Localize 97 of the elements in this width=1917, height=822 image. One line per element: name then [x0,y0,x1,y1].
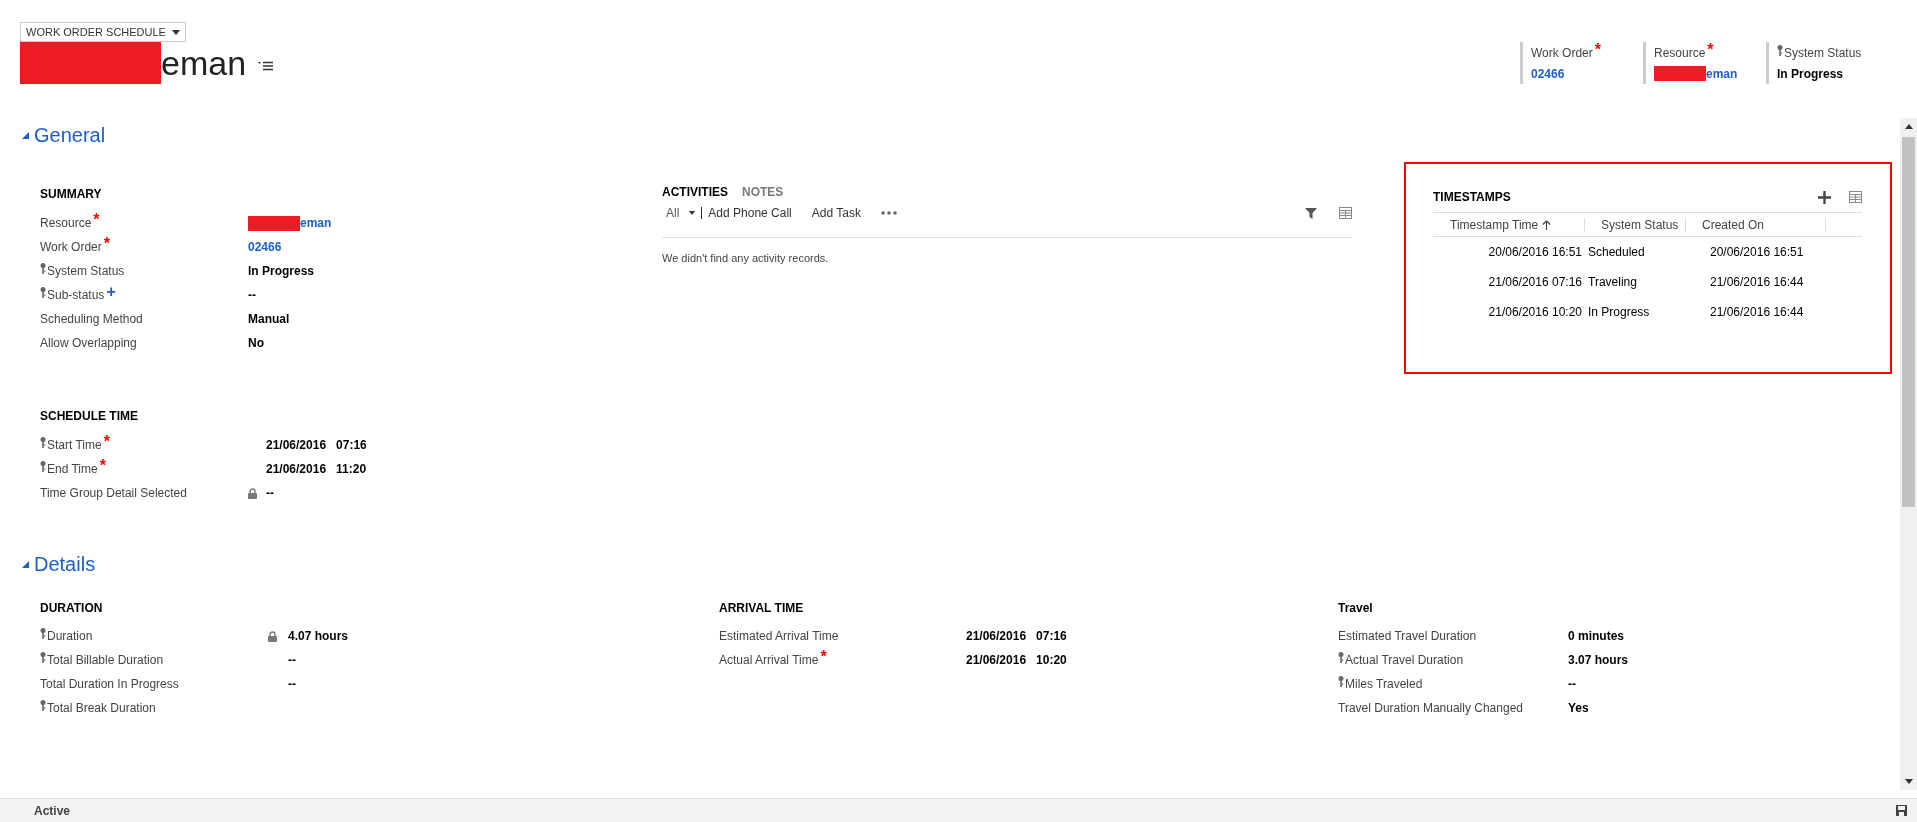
field-marker: * [99,460,106,472]
group-heading: SUMMARY [40,186,103,203]
column-header[interactable]: System Status [1601,215,1679,234]
field-value: 21/06/2016 07:16 [266,437,367,454]
record-title: eman [161,43,247,84]
field-value: 21/06/2016 07:16 [966,628,1067,645]
field-marker: * [820,651,827,663]
empty-message: We didn't find any activity records. [662,251,830,266]
field-value: 0 minutes [1568,628,1624,645]
toolbar-link[interactable]: Add Phone Call [708,204,792,222]
field-value: -- [288,652,296,669]
table-cell-text: Traveling [1587,274,1638,291]
form-selector[interactable]: WORK ORDER SCHEDULE [20,22,186,42]
field-label: Allow Overlapping [40,335,137,352]
filter-dropdown[interactable]: All [662,204,696,222]
field-value: -- [266,485,274,502]
field-value: Yes [1568,700,1589,717]
field-label: System Status [47,263,125,280]
field-label: Start Time [47,437,102,454]
more-icon[interactable] [880,211,897,215]
field-label: Actual Arrival Time [719,652,819,669]
grid-view-icon[interactable] [1849,191,1862,203]
save-icon[interactable] [1896,805,1907,816]
field-label: Total Billable Duration [47,652,164,669]
field-marker: * [1707,43,1714,56]
field-label: Time Group Detail Selected [40,485,187,502]
scroll-up-icon[interactable] [1904,124,1913,129]
section-heading[interactable]: Details [34,549,96,579]
redaction-block [248,215,300,231]
field-link[interactable]: eman [1706,64,1738,83]
add-icon[interactable] [1818,190,1831,204]
field-label: Resource [40,215,92,232]
grid-view-icon[interactable] [1339,207,1352,219]
field-marker: * [103,238,111,250]
collapse-triangle-icon[interactable] [22,560,29,568]
table-cell-text: 21/06/2016 16:44 [1710,304,1805,321]
caret-icon [171,29,180,35]
field-label: Work Order [40,239,102,256]
field-value: No [248,335,264,352]
field-label: Miles Traveled [1345,676,1423,693]
table-cell-text: 21/06/2016 07:16 [1487,274,1582,291]
group-heading: Travel [1338,600,1374,617]
field-label: Total Break Duration [47,700,156,717]
scroll-down-icon[interactable] [1904,779,1913,784]
group-heading: ARRIVAL TIME [719,600,805,617]
field-label: Duration [47,628,93,645]
field-value: In Progress [248,263,315,280]
filter-icon[interactable] [1305,207,1317,219]
field-link[interactable]: eman [300,214,332,232]
status-text: Active [34,802,71,820]
field-label: End Time [47,461,98,478]
table-cell-text: 21/06/2016 10:20 [1487,304,1582,321]
field-label: Sub-status [47,287,105,304]
field-label: Resource [1654,44,1706,62]
toolbar-link[interactable]: Add Task [811,204,861,222]
field-label: Scheduling Method [40,311,143,328]
redaction-block [1654,66,1706,81]
field-link[interactable]: 02466 [248,238,282,256]
subgrid-title: TIMESTAMPS [1433,189,1511,206]
field-value: 21/06/2016 11:20 [266,461,367,478]
field-label: Actual Travel Duration [1345,652,1464,669]
field-label: Work Order [1531,44,1593,62]
field-label: Travel Duration Manually Changed [1338,700,1523,717]
column-header[interactable]: Created On [1702,215,1765,234]
field-label: System Status [1784,44,1862,62]
field-value: -- [1568,676,1576,693]
field-marker: + [106,286,116,298]
field-marker: * [93,214,100,226]
field-value: 21/06/2016 10:20 [966,652,1067,669]
menu-icon[interactable] [258,61,274,71]
field-value: 4.07 hours [288,628,349,645]
field-label: Total Duration In Progress [40,676,179,693]
activity-tab[interactable]: NOTES [742,183,784,201]
column-header[interactable]: Timestamp Time [1450,215,1539,234]
field-label: Estimated Travel Duration [1338,628,1477,645]
collapse-triangle-icon[interactable] [22,131,29,139]
field-marker: * [1594,43,1602,56]
group-heading: DURATION [40,600,104,617]
field-value: -- [288,676,296,693]
field-value: -- [248,287,256,304]
table-cell-text: In Progress [1587,304,1651,321]
table-cell-text: Scheduled [1587,244,1646,261]
field-marker: * [103,436,110,448]
activity-tab[interactable]: ACTIVITIES [662,183,728,201]
group-heading: SCHEDULE TIME [40,408,139,425]
field-value: In Progress [1777,65,1844,83]
scrollbar[interactable] [1900,118,1917,790]
field-value: Manual [248,311,290,328]
table-cell-text: 20/06/2016 16:51 [1710,244,1805,261]
caret-icon [689,211,696,215]
field-label: Estimated Arrival Time [719,628,839,645]
table-cell-text: 20/06/2016 16:51 [1487,244,1582,261]
table-cell-text: 21/06/2016 16:44 [1710,274,1805,291]
section-heading[interactable]: General [34,120,106,150]
sort-up-arrow-icon[interactable] [1542,219,1552,230]
field-value: 3.07 hours [1568,652,1629,669]
field-link[interactable]: 02466 [1531,64,1565,83]
